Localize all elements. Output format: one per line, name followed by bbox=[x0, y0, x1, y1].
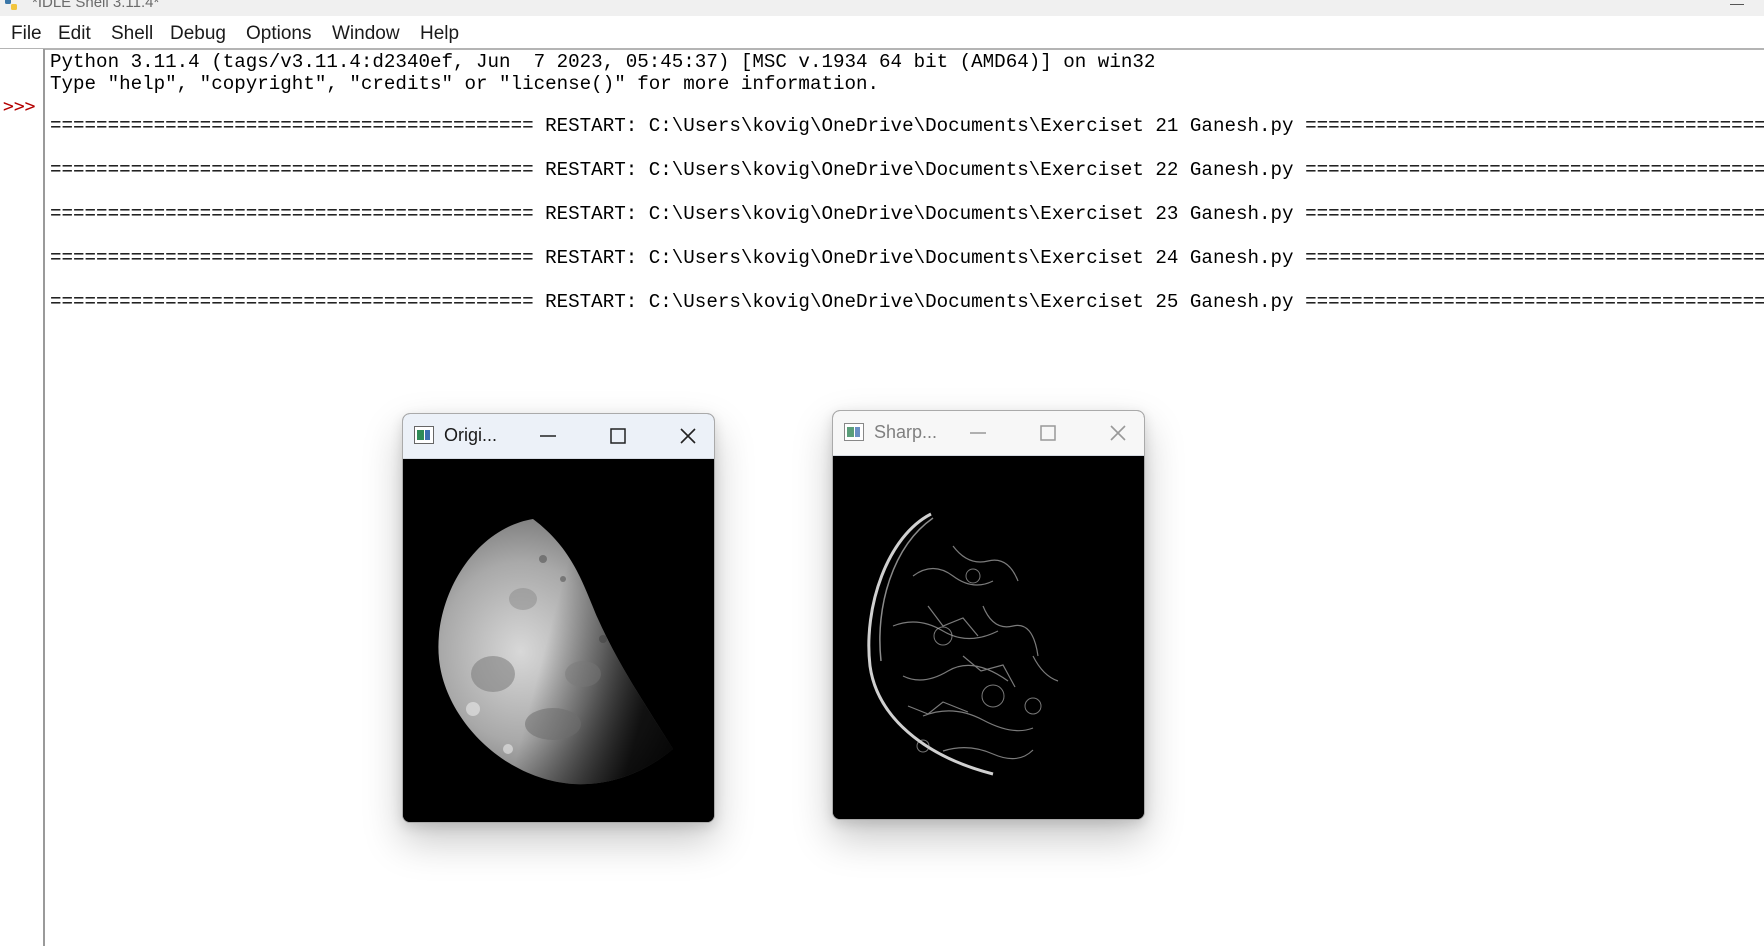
menu-bar: File Edit Shell Debug Options Window Hel… bbox=[0, 17, 1764, 50]
prompt-gutter bbox=[0, 49, 45, 946]
sharpened-image bbox=[833, 456, 1144, 819]
maximize-button[interactable] bbox=[593, 414, 643, 458]
menu-options[interactable]: Options bbox=[246, 23, 311, 45]
idle-title-bar[interactable]: *IDLE Shell 3.11.4* bbox=[0, 0, 1764, 16]
original-image bbox=[403, 459, 714, 822]
banner-line: Python 3.11.4 (tags/v3.11.4:d2340ef, Jun… bbox=[50, 51, 1156, 73]
original-window-title-bar[interactable]: Origi... bbox=[403, 414, 714, 459]
sharpened-image-window[interactable]: Sharp... bbox=[832, 410, 1145, 820]
opencv-window-icon bbox=[844, 423, 864, 441]
restart-line: ========================================… bbox=[50, 247, 1764, 269]
menu-file[interactable]: File bbox=[11, 23, 42, 45]
close-button[interactable] bbox=[663, 414, 713, 458]
restart-line: ========================================… bbox=[50, 159, 1764, 181]
menu-window[interactable]: Window bbox=[332, 23, 400, 45]
window-title: *IDLE Shell 3.11.4* bbox=[32, 0, 160, 11]
maximize-button[interactable] bbox=[1023, 411, 1073, 455]
menu-shell[interactable]: Shell bbox=[111, 23, 153, 45]
minimize-button[interactable] bbox=[953, 411, 1003, 455]
minimize-icon bbox=[540, 435, 556, 437]
menu-edit[interactable]: Edit bbox=[58, 23, 91, 45]
moon-image bbox=[438, 519, 673, 785]
sharpened-window-title: Sharp... bbox=[874, 422, 938, 442]
maximize-icon bbox=[1040, 425, 1056, 441]
restart-line: ========================================… bbox=[50, 291, 1764, 313]
minimize-button[interactable] bbox=[523, 414, 573, 458]
minimize-icon bbox=[970, 432, 986, 434]
python-feather-icon bbox=[5, 0, 17, 10]
original-image-window[interactable]: Origi... bbox=[402, 413, 715, 823]
sharpened-window-title-bar[interactable]: Sharp... bbox=[833, 411, 1144, 456]
maximize-icon bbox=[610, 428, 626, 444]
restart-line: ========================================… bbox=[50, 115, 1764, 137]
banner-line: Type "help", "copyright", "credits" or "… bbox=[50, 73, 880, 95]
close-icon bbox=[680, 428, 696, 444]
close-button[interactable] bbox=[1093, 411, 1143, 455]
minimize-icon[interactable] bbox=[1730, 4, 1744, 5]
original-window-title: Origi... bbox=[444, 425, 498, 445]
shell-prompt: >>> bbox=[3, 96, 36, 117]
restart-line: ========================================… bbox=[50, 203, 1764, 225]
moon-edges-image bbox=[867, 512, 1059, 776]
opencv-window-icon bbox=[414, 426, 434, 444]
menu-help[interactable]: Help bbox=[420, 23, 459, 45]
menu-debug[interactable]: Debug bbox=[170, 23, 226, 45]
close-icon bbox=[1110, 425, 1126, 441]
